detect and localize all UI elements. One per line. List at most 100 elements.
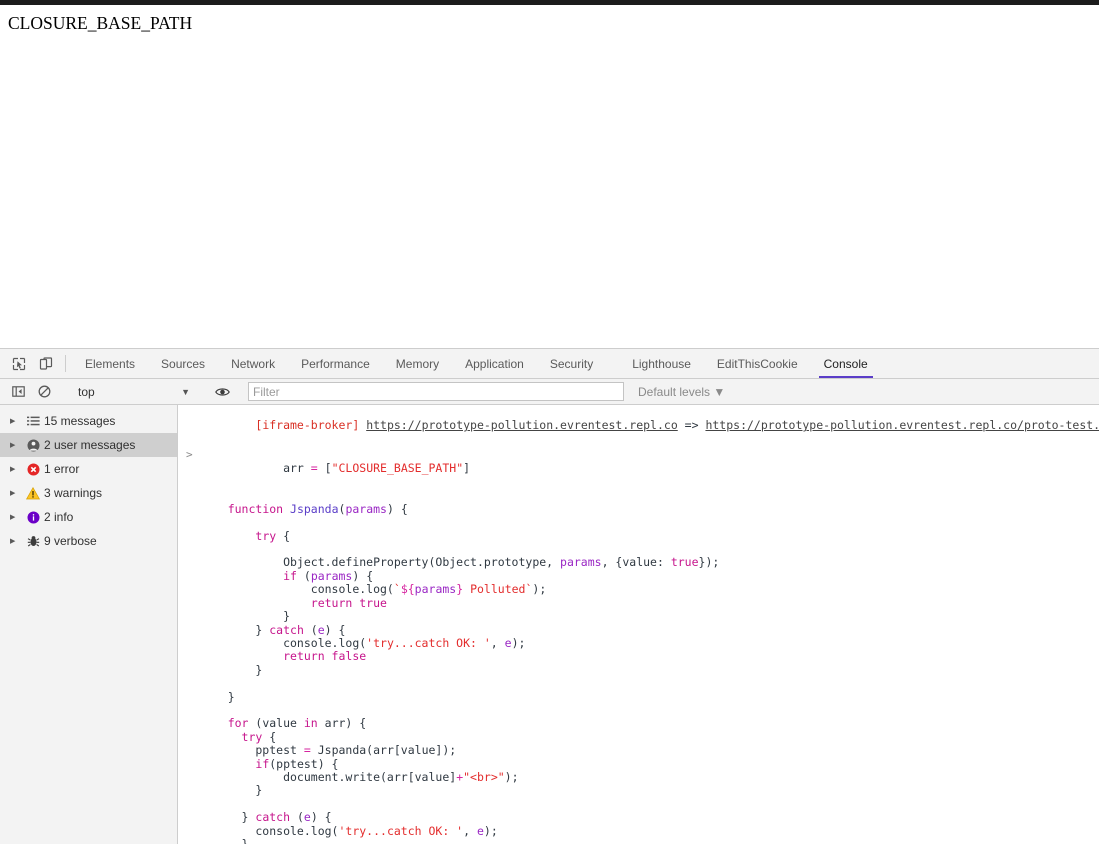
sidebar-item-label: 9 verbose [44, 534, 97, 548]
code-line: return true [200, 597, 1099, 610]
code-line: for (value in arr) { [200, 717, 1099, 730]
code-line: console.log(`${params} Polluted`); [200, 583, 1099, 596]
code-token: ); [532, 582, 546, 596]
device-toolbar-icon[interactable] [32, 349, 59, 378]
code-token: ` [394, 582, 401, 596]
chevron-down-icon: ▼ [181, 387, 190, 397]
console-input-expression[interactable]: > arr = ["CLOSURE_BASE_PATH"] [178, 447, 1099, 489]
code-token: ); [484, 824, 498, 838]
code-line [200, 798, 1099, 811]
console-messages-list[interactable]: [iframe-broker] https://prototype-pollut… [178, 405, 1099, 844]
tab-console[interactable]: Console [811, 349, 881, 378]
sidebar-item-warnings[interactable]: ▶ 3 warnings [0, 481, 177, 505]
code-token: ); [512, 636, 526, 650]
tab-sources[interactable]: Sources [148, 349, 218, 378]
code-token: e [304, 810, 311, 824]
tab-lighthouse[interactable]: Lighthouse [619, 349, 704, 378]
code-line: if (params) { [200, 570, 1099, 583]
code-line: try { [200, 731, 1099, 744]
tab-label: Memory [396, 357, 439, 371]
sidebar-item-errors[interactable]: ▶ 1 error [0, 457, 177, 481]
code-token: "CLOSURE_BASE_PATH" [332, 461, 464, 475]
chevron-right-icon[interactable]: ▶ [10, 489, 22, 497]
source-url-to[interactable]: https://prototype-pollution.evrentest.re… [705, 418, 1099, 432]
source-url-from[interactable]: https://prototype-pollution.evrentest.re… [366, 418, 678, 432]
console-toolbar: top ▼ Default levels ▼ [0, 379, 1099, 405]
code-token: } [200, 690, 235, 704]
chevron-right-icon[interactable]: ▶ [10, 417, 22, 425]
code-line: console.log('try...catch OK: ', e); [200, 825, 1099, 838]
tab-performance[interactable]: Performance [288, 349, 383, 378]
code-token: try [242, 730, 263, 744]
code-token: document.write(arr[value] [200, 770, 456, 784]
chevron-right-icon[interactable]: ▶ [10, 465, 22, 473]
live-expression-eye-icon[interactable] [209, 380, 235, 404]
code-token: pptest [200, 743, 304, 757]
code-token: catch [255, 810, 290, 824]
code-token: , [491, 636, 505, 650]
chevron-right-icon[interactable]: ▶ [10, 513, 22, 521]
code-token [200, 730, 242, 744]
code-token: try [255, 529, 276, 543]
code-token: } [200, 623, 269, 637]
code-token: } [200, 810, 255, 824]
sidebar-item-user-messages[interactable]: ▶ 2 user messages [0, 433, 177, 457]
log-levels-selector[interactable]: Default levels ▼ [638, 385, 725, 399]
code-line: } [200, 610, 1099, 623]
code-token: e [505, 636, 512, 650]
clear-console-icon[interactable] [31, 380, 57, 404]
code-token: console.log( [200, 582, 394, 596]
code-token: "<br>" [463, 770, 505, 784]
tab-application[interactable]: Application [452, 349, 537, 378]
sidebar-item-label: 15 messages [44, 414, 115, 428]
code-token: ) { [352, 569, 373, 583]
execution-context-selector[interactable]: top ▼ [70, 382, 196, 402]
tab-label: Lighthouse [632, 357, 691, 371]
sidebar-item-info[interactable]: ▶ 2 info [0, 505, 177, 529]
code-token: params [560, 555, 602, 569]
code-token: } [200, 609, 290, 623]
code-token: console.log( [200, 824, 338, 838]
code-token: params [415, 582, 457, 596]
code-line [200, 704, 1099, 717]
code-token: ) { [311, 810, 332, 824]
chevron-right-icon[interactable]: ▶ [10, 537, 22, 545]
code-token [200, 596, 311, 610]
code-token: { [262, 730, 276, 744]
tab-security[interactable]: Security [537, 349, 619, 378]
code-token: ${ [401, 582, 415, 596]
chevron-right-icon[interactable]: ▶ [10, 441, 22, 449]
console-message-iframe-broker[interactable]: [iframe-broker] https://prototype-pollut… [178, 405, 1099, 447]
code-token [200, 716, 228, 730]
code-token: catch [269, 623, 304, 637]
code-token [200, 757, 255, 771]
tab-label: Application [465, 357, 524, 371]
tab-elements[interactable]: Elements [72, 349, 148, 378]
code-token: return true [311, 596, 387, 610]
code-token: ( [304, 623, 318, 637]
sidebar-item-verbose[interactable]: ▶ 9 verbose [0, 529, 177, 553]
code-token: = [304, 743, 311, 757]
inspect-element-icon[interactable] [5, 349, 32, 378]
code-token: ( [297, 569, 311, 583]
code-token: (pptest) { [269, 757, 338, 771]
tab-memory[interactable]: Memory [383, 349, 452, 378]
filter-input[interactable] [248, 382, 624, 401]
code-first-line: arr = ["CLOSURE_BASE_PATH"] [255, 461, 470, 475]
tab-editthiscookie[interactable]: EditThisCookie [704, 349, 811, 378]
code-token: { [276, 529, 290, 543]
code-token: params [345, 502, 387, 516]
code-line [200, 543, 1099, 556]
code-token: } [200, 783, 262, 797]
sidebar-item-label: 2 info [44, 510, 73, 524]
code-line: try { [200, 530, 1099, 543]
sidebar-item-messages[interactable]: ▶ 15 messages [0, 409, 177, 433]
sidebar-toggle-icon[interactable] [5, 380, 31, 404]
code-token [200, 569, 283, 583]
tab-label: EditThisCookie [717, 357, 798, 371]
code-token: in [304, 716, 318, 730]
tab-network[interactable]: Network [218, 349, 288, 378]
code-token [283, 502, 290, 516]
code-token: } [200, 837, 248, 844]
code-line: } [200, 664, 1099, 677]
